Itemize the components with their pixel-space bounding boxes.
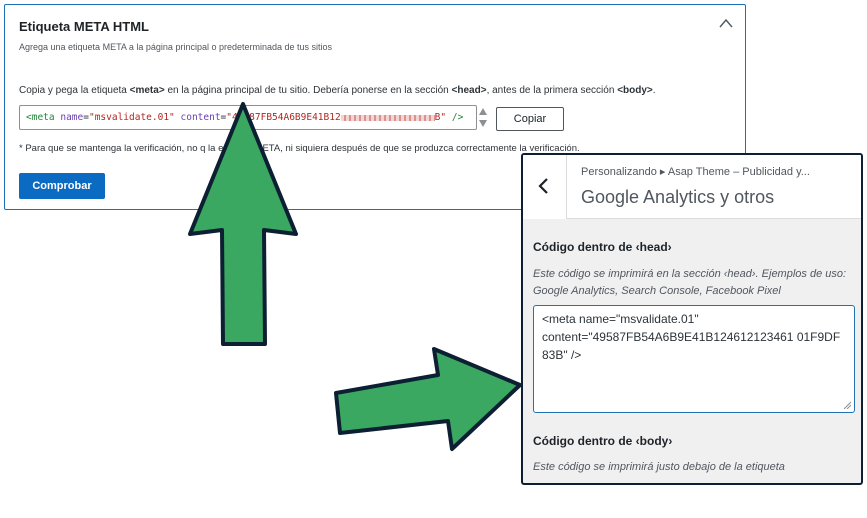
head-code-textarea[interactable]: <meta name="msvalidate.01" content="4958… (533, 305, 855, 413)
section-title: Google Analytics y otros (581, 187, 775, 207)
verify-button[interactable]: Comprobar (19, 173, 105, 199)
body-code-description: Este código se imprimirá justo debajo de… (533, 461, 785, 473)
chevron-left-icon (538, 178, 548, 194)
scroll-arrows-icon[interactable] (477, 105, 489, 130)
panel-subtitle: Agrega una etiqueta META a la página pri… (19, 42, 333, 52)
redaction-mark (340, 114, 435, 121)
resize-handle-icon[interactable] (843, 401, 851, 409)
panel-title: Etiqueta META HTML (19, 19, 149, 34)
right-arrow-icon (334, 347, 522, 451)
head-code-description: Este código se imprimirá en la sección ‹… (533, 268, 847, 297)
customizer-panel: Personalizando ▸ Asap Theme – Publicidad… (521, 153, 863, 485)
chevron-up-icon[interactable] (719, 18, 733, 28)
instructions-text: Copia y pega la etiqueta <meta> en la pá… (19, 85, 656, 96)
back-button[interactable] (523, 155, 567, 219)
copy-button[interactable]: Copiar (496, 107, 564, 131)
body-code-label: Código dentro de ‹body› (533, 434, 673, 448)
customizer-header: Personalizando ▸ Asap Theme – Publicidad… (523, 155, 861, 219)
up-arrow-icon (188, 102, 298, 346)
head-code-label: Código dentro de ‹head› (533, 240, 672, 254)
breadcrumb: Personalizando ▸ Asap Theme – Publicidad… (581, 166, 810, 178)
